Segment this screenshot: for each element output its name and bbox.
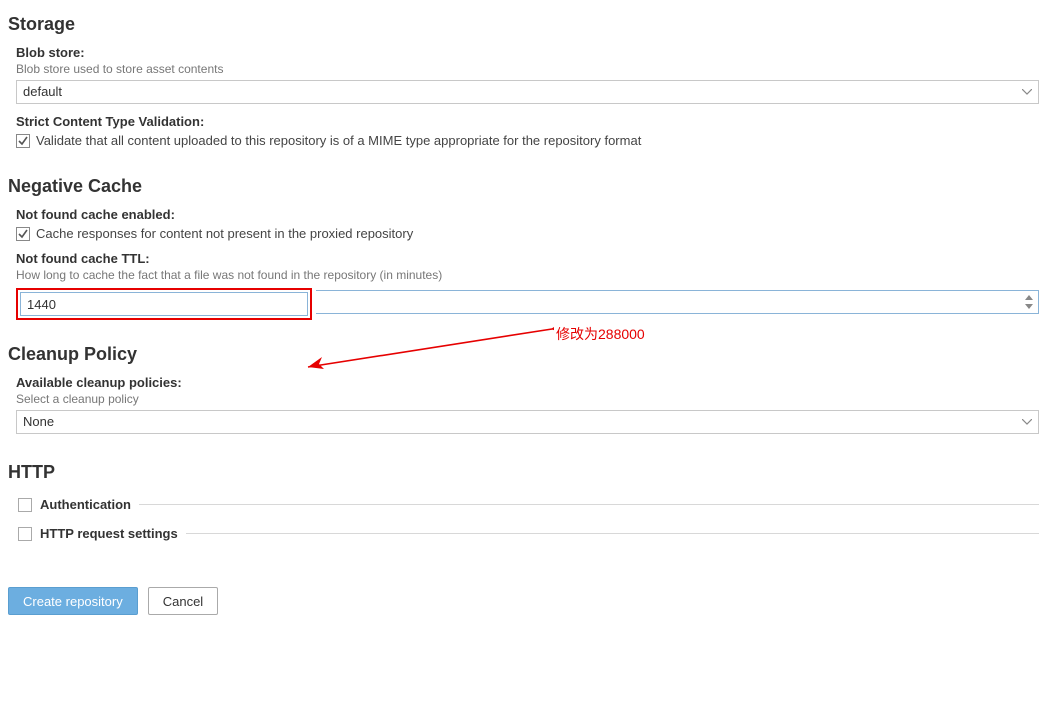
- nf-cache-enabled-text: Cache responses for content not present …: [36, 226, 413, 241]
- http-request-row[interactable]: HTTP request settings: [18, 526, 1039, 541]
- blob-store-label: Blob store:: [16, 45, 1039, 60]
- storage-section-title: Storage: [8, 14, 1039, 35]
- nf-cache-enabled-label: Not found cache enabled:: [16, 207, 1039, 222]
- http-auth-checkbox[interactable]: [18, 498, 32, 512]
- cleanup-policy-field: Available cleanup policies: Select a cle…: [8, 375, 1039, 434]
- strict-content-text: Validate that all content uploaded to th…: [36, 133, 641, 148]
- http-section-title: HTTP: [8, 462, 1039, 483]
- http-request-label: HTTP request settings: [40, 526, 178, 541]
- blob-store-help: Blob store used to store asset contents: [16, 62, 1039, 76]
- http-request-checkbox[interactable]: [18, 527, 32, 541]
- nf-cache-ttl-help: How long to cache the fact that a file w…: [16, 268, 1039, 282]
- nf-cache-ttl-input[interactable]: [20, 292, 308, 316]
- strict-content-checkbox[interactable]: [16, 134, 30, 148]
- nf-cache-ttl-label: Not found cache TTL:: [16, 251, 1039, 266]
- cleanup-policy-select[interactable]: None: [16, 410, 1039, 434]
- cleanup-policy-label: Available cleanup policies:: [16, 375, 1039, 390]
- nf-cache-ttl-field: Not found cache TTL: How long to cache t…: [8, 251, 1039, 316]
- cleanup-policy-value: None: [23, 414, 54, 429]
- http-auth-row[interactable]: Authentication: [18, 497, 1039, 512]
- blob-store-value: default: [23, 84, 62, 99]
- annotation-text: 修改为288000: [556, 324, 645, 344]
- blob-store-select[interactable]: default: [16, 80, 1039, 104]
- http-auth-label: Authentication: [40, 497, 131, 512]
- strict-content-field: Strict Content Type Validation: Validate…: [8, 114, 1039, 148]
- divider: [139, 504, 1039, 505]
- strict-content-label: Strict Content Type Validation:: [16, 114, 1039, 129]
- chevron-down-icon: [1022, 89, 1032, 95]
- blob-store-field: Blob store: Blob store used to store ass…: [8, 45, 1039, 104]
- cleanup-section-title: Cleanup Policy: [8, 344, 1039, 365]
- cancel-button[interactable]: Cancel: [148, 587, 218, 615]
- negative-cache-section-title: Negative Cache: [8, 176, 1039, 197]
- ttl-spin-up[interactable]: [1024, 293, 1034, 301]
- ttl-highlight-box: [16, 288, 312, 320]
- ttl-spin-down[interactable]: [1024, 302, 1034, 310]
- ttl-input-extension: [316, 290, 1039, 314]
- nf-cache-enabled-field: Not found cache enabled: Cache responses…: [8, 207, 1039, 241]
- chevron-down-icon: [1022, 419, 1032, 425]
- divider: [186, 533, 1039, 534]
- create-repository-button[interactable]: Create repository: [8, 587, 138, 615]
- nf-cache-enabled-checkbox[interactable]: [16, 227, 30, 241]
- cleanup-policy-help: Select a cleanup policy: [16, 392, 1039, 406]
